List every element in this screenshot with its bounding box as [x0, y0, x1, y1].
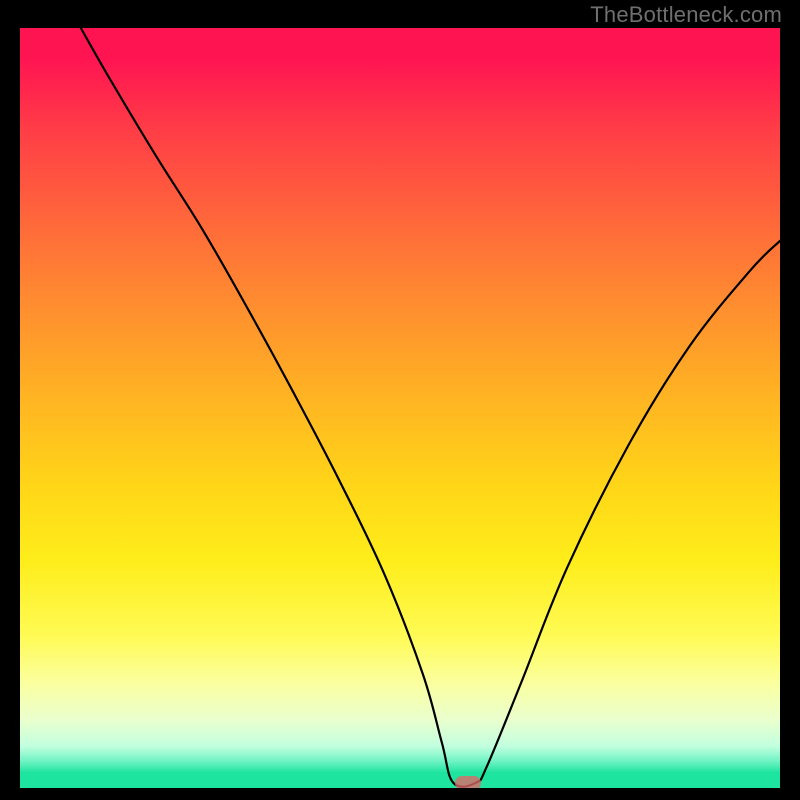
optimal-point-marker [455, 776, 481, 788]
chart-frame: TheBottleneck.com [0, 0, 800, 800]
plot-area [20, 28, 780, 788]
watermark-text: TheBottleneck.com [590, 2, 782, 28]
bottleneck-curve [20, 28, 780, 788]
